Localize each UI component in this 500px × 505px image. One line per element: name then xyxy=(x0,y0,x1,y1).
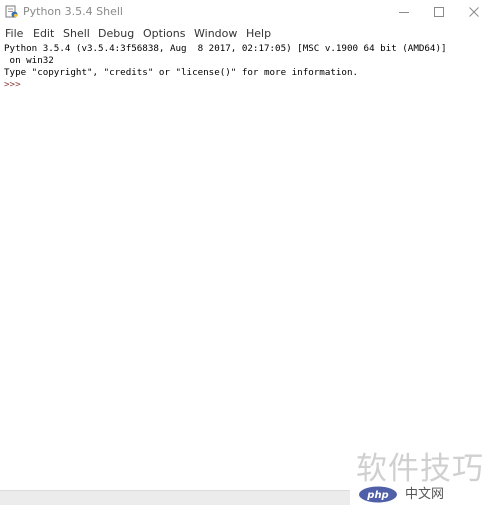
close-button[interactable] xyxy=(458,0,490,24)
close-icon xyxy=(469,7,479,17)
watermark-site: 中文网 xyxy=(405,487,445,502)
minimize-button[interactable] xyxy=(388,0,420,24)
banner-line-platform: on win32 xyxy=(4,55,54,66)
banner-line-version: Python 3.5.4 (v3.5.4:3f56838, Aug 8 2017… xyxy=(4,43,447,54)
menu-window[interactable]: Window xyxy=(194,26,237,42)
window-title: Python 3.5.4 Shell xyxy=(23,5,123,18)
maximize-icon xyxy=(434,7,444,17)
minimize-icon xyxy=(399,12,409,13)
menu-shell[interactable]: Shell xyxy=(63,26,90,42)
idle-shell-window: Python 3.5.4 Shell File Edit Shell Debug… xyxy=(0,0,500,505)
php-logo-text: php xyxy=(366,490,388,501)
maximize-button[interactable] xyxy=(423,0,455,24)
title-bar[interactable]: Python 3.5.4 Shell xyxy=(0,0,500,24)
python-idle-icon xyxy=(5,5,18,18)
menu-edit[interactable]: Edit xyxy=(33,26,54,42)
menu-debug[interactable]: Debug xyxy=(98,26,134,42)
watermark-text: 软件技巧 xyxy=(356,451,484,487)
watermark-badge: php 中文网 xyxy=(350,484,500,505)
php-logo-icon: php xyxy=(359,486,397,503)
menu-help[interactable]: Help xyxy=(246,26,271,42)
banner-line-info: Type "copyright", "credits" or "license(… xyxy=(4,67,359,78)
shell-text-area[interactable]: Python 3.5.4 (v3.5.4:3f56838, Aug 8 2017… xyxy=(0,42,500,490)
menu-file[interactable]: File xyxy=(5,26,23,42)
menu-options[interactable]: Options xyxy=(143,26,185,42)
shell-prompt: >>> xyxy=(4,79,21,90)
menu-bar: File Edit Shell Debug Options Window Hel… xyxy=(0,26,500,42)
